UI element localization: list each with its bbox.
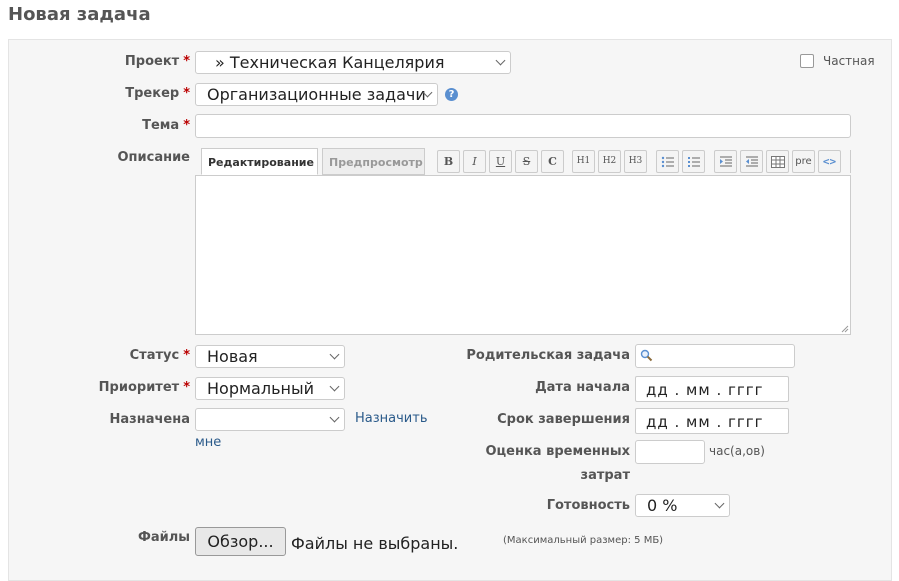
link-button[interactable]: <> [818, 150, 841, 173]
numbered-list-icon [687, 157, 700, 167]
h1-button[interactable]: H1 [572, 150, 595, 173]
start-date-input[interactable]: дд . мм . гггг [635, 376, 789, 402]
table-icon [770, 156, 785, 168]
private-label: Частная [823, 54, 875, 68]
chevron-down-icon [714, 498, 725, 509]
indent-button[interactable] [714, 150, 737, 173]
assign-to-me-link-cont[interactable]: мне [195, 435, 221, 450]
pre-button[interactable]: pre [792, 150, 815, 173]
description-editor[interactable] [195, 175, 851, 335]
done-ratio-label: Готовность [546, 498, 630, 513]
project-select[interactable]: » Техническая Канцелярия [195, 51, 511, 74]
indent-icon [719, 156, 732, 167]
chevron-down-icon [329, 412, 340, 423]
search-icon [640, 349, 653, 362]
h3-button[interactable]: H3 [624, 150, 647, 173]
estimated-label-line2: затрат [580, 468, 630, 483]
assign-to-me-link[interactable]: Назначить [355, 411, 427, 426]
due-date-input[interactable]: дд . мм . гггг [635, 408, 789, 434]
outdent-button[interactable] [740, 150, 763, 173]
italic-button[interactable]: I [463, 150, 486, 173]
table-button[interactable] [766, 150, 789, 173]
tracker-select[interactable]: Организационные задачи [195, 83, 438, 106]
estimated-unit: час(а,ов) [709, 444, 765, 458]
resize-handle-icon[interactable] [841, 325, 849, 333]
start-date-label: Дата начала [535, 380, 630, 395]
help-icon[interactable]: ? [445, 88, 458, 101]
private-checkbox[interactable] [800, 54, 814, 68]
due-date-label: Срок завершения [497, 412, 630, 427]
estimated-hours-input[interactable] [635, 440, 705, 464]
files-label: Файлы [137, 530, 190, 545]
done-ratio-select[interactable]: 0 % [635, 494, 730, 517]
max-size-text: (Максимальный размер: 5 МБ) [503, 535, 664, 546]
status-select[interactable]: Новая [195, 345, 345, 368]
subject-input[interactable] [195, 114, 851, 138]
chevron-down-icon [495, 55, 506, 66]
strike-button[interactable]: S [515, 150, 538, 173]
no-file-text: Файлы не выбраны. [291, 534, 459, 553]
tab-edit[interactable]: Редактирование [201, 148, 318, 175]
estimated-label-line1: Оценка временных [485, 444, 630, 459]
code-button[interactable]: C [541, 150, 564, 173]
bullet-list-button[interactable] [656, 150, 679, 173]
project-label: Проект * [124, 54, 190, 69]
subject-label: Тема * [142, 118, 190, 133]
page-title: Новая задача [8, 4, 151, 25]
h2-button[interactable]: H2 [598, 150, 621, 173]
outdent-icon [745, 156, 758, 167]
tracker-label: Трекер * [125, 86, 190, 101]
numbered-list-button[interactable] [682, 150, 705, 173]
bold-button[interactable]: B [437, 150, 460, 173]
tab-preview[interactable]: Предпросмотр [322, 148, 425, 175]
chevron-down-icon [329, 349, 340, 360]
bullet-list-icon [661, 156, 674, 168]
parent-task-label: Родительская задача [466, 348, 630, 363]
description-label: Описание [117, 150, 190, 165]
underline-button[interactable]: U [489, 150, 512, 173]
priority-label: Приоритет * [98, 380, 190, 395]
assignee-label: Назначена [109, 412, 190, 427]
assignee-select[interactable] [195, 408, 345, 431]
toolbar-divider [850, 150, 855, 173]
parent-task-input[interactable] [635, 344, 795, 368]
priority-select[interactable]: Нормальный [195, 377, 345, 400]
chevron-down-icon [329, 381, 340, 392]
status-label: Статус * [129, 348, 190, 363]
browse-button[interactable]: Обзор... [195, 527, 286, 556]
